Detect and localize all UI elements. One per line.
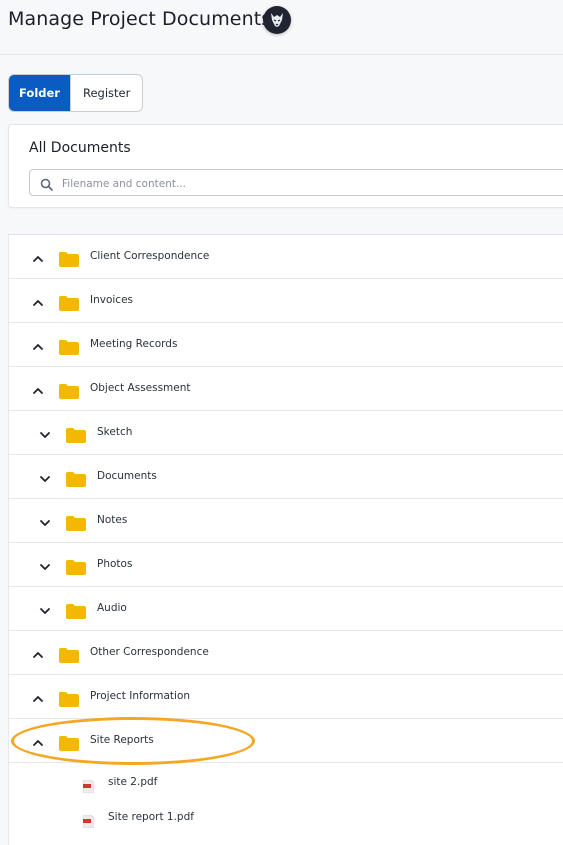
chevron-down-icon[interactable] bbox=[39, 470, 51, 482]
tab-register[interactable]: Register bbox=[70, 75, 142, 111]
chevron-up-icon[interactable] bbox=[32, 646, 44, 658]
documents-card: All Documents bbox=[8, 124, 563, 208]
folder-row[interactable]: Photos bbox=[9, 543, 563, 587]
folder-icon bbox=[59, 340, 79, 355]
folder-icon bbox=[59, 648, 79, 663]
chevron-up-icon[interactable] bbox=[32, 734, 44, 746]
folder-label: Sketch bbox=[97, 426, 133, 438]
chevron-up-icon[interactable] bbox=[32, 250, 44, 262]
folder-icon bbox=[66, 472, 86, 487]
folder-icon bbox=[59, 252, 79, 267]
folder-label: Documents bbox=[97, 470, 157, 482]
pdf-file-icon bbox=[82, 778, 95, 794]
search-icon bbox=[40, 176, 53, 195]
folder-row[interactable]: Other Correspondence bbox=[9, 631, 563, 675]
chevron-up-icon[interactable] bbox=[32, 338, 44, 350]
folder-tree: Client Correspondence Invoices Meeting Rec… bbox=[8, 234, 563, 845]
pdf-file-icon bbox=[82, 813, 95, 829]
folder-row[interactable]: Sketch bbox=[9, 411, 563, 455]
folder-label: Project Information bbox=[90, 690, 191, 702]
folder-row[interactable]: Client Correspondence bbox=[9, 235, 563, 279]
page-header: Manage Project Documents bbox=[0, 0, 563, 55]
wolf-logo-icon bbox=[263, 6, 291, 34]
folder-label: Audio bbox=[97, 602, 127, 614]
chevron-up-icon[interactable] bbox=[32, 690, 44, 702]
folder-label: Meeting Records bbox=[90, 338, 178, 350]
search-input[interactable] bbox=[60, 173, 563, 194]
folder-row[interactable]: Object Assessment bbox=[9, 367, 563, 411]
folder-row[interactable]: Audio bbox=[9, 587, 563, 631]
chevron-down-icon[interactable] bbox=[39, 602, 51, 614]
folder-icon bbox=[59, 296, 79, 311]
folder-label: Other Correspondence bbox=[90, 646, 209, 658]
folder-label: Invoices bbox=[90, 294, 134, 306]
folder-row[interactable]: Project Information bbox=[9, 675, 563, 719]
file-row[interactable]: Site report 1.pdf bbox=[9, 800, 563, 834]
chevron-down-icon[interactable] bbox=[39, 558, 51, 570]
folder-icon bbox=[66, 604, 86, 619]
folder-label: Notes bbox=[97, 514, 128, 526]
folder-icon bbox=[66, 516, 86, 531]
chevron-down-icon[interactable] bbox=[39, 426, 51, 438]
folder-label: Site Reports bbox=[90, 734, 154, 746]
file-label: Site report 1.pdf bbox=[108, 811, 194, 823]
chevron-up-icon[interactable] bbox=[32, 382, 44, 394]
folder-icon bbox=[59, 736, 79, 751]
search-box bbox=[29, 169, 563, 196]
folder-row[interactable]: Notes bbox=[9, 499, 563, 543]
folder-row[interactable]: Documents bbox=[9, 455, 563, 499]
chevron-up-icon[interactable] bbox=[32, 294, 44, 306]
folder-icon bbox=[66, 428, 86, 443]
folder-row[interactable]: Meeting Records bbox=[9, 323, 563, 367]
folder-row[interactable]: Invoices bbox=[9, 279, 563, 323]
folder-label: Client Correspondence bbox=[90, 250, 210, 262]
documents-title: All Documents bbox=[29, 140, 131, 156]
folder-row[interactable]: Site Reports bbox=[9, 719, 563, 763]
tab-folder[interactable]: Folder bbox=[9, 75, 70, 111]
folder-icon bbox=[59, 384, 79, 399]
page-title: Manage Project Documents bbox=[8, 8, 272, 30]
chevron-down-icon[interactable] bbox=[39, 514, 51, 526]
file-label: site 2.pdf bbox=[108, 776, 158, 788]
folder-icon bbox=[59, 692, 79, 707]
folder-label: Object Assessment bbox=[90, 382, 191, 394]
folder-label: Photos bbox=[97, 558, 133, 570]
view-tabs: Folder Register bbox=[8, 74, 144, 112]
file-row[interactable]: site 2.pdf bbox=[9, 765, 563, 799]
folder-icon bbox=[66, 560, 86, 575]
